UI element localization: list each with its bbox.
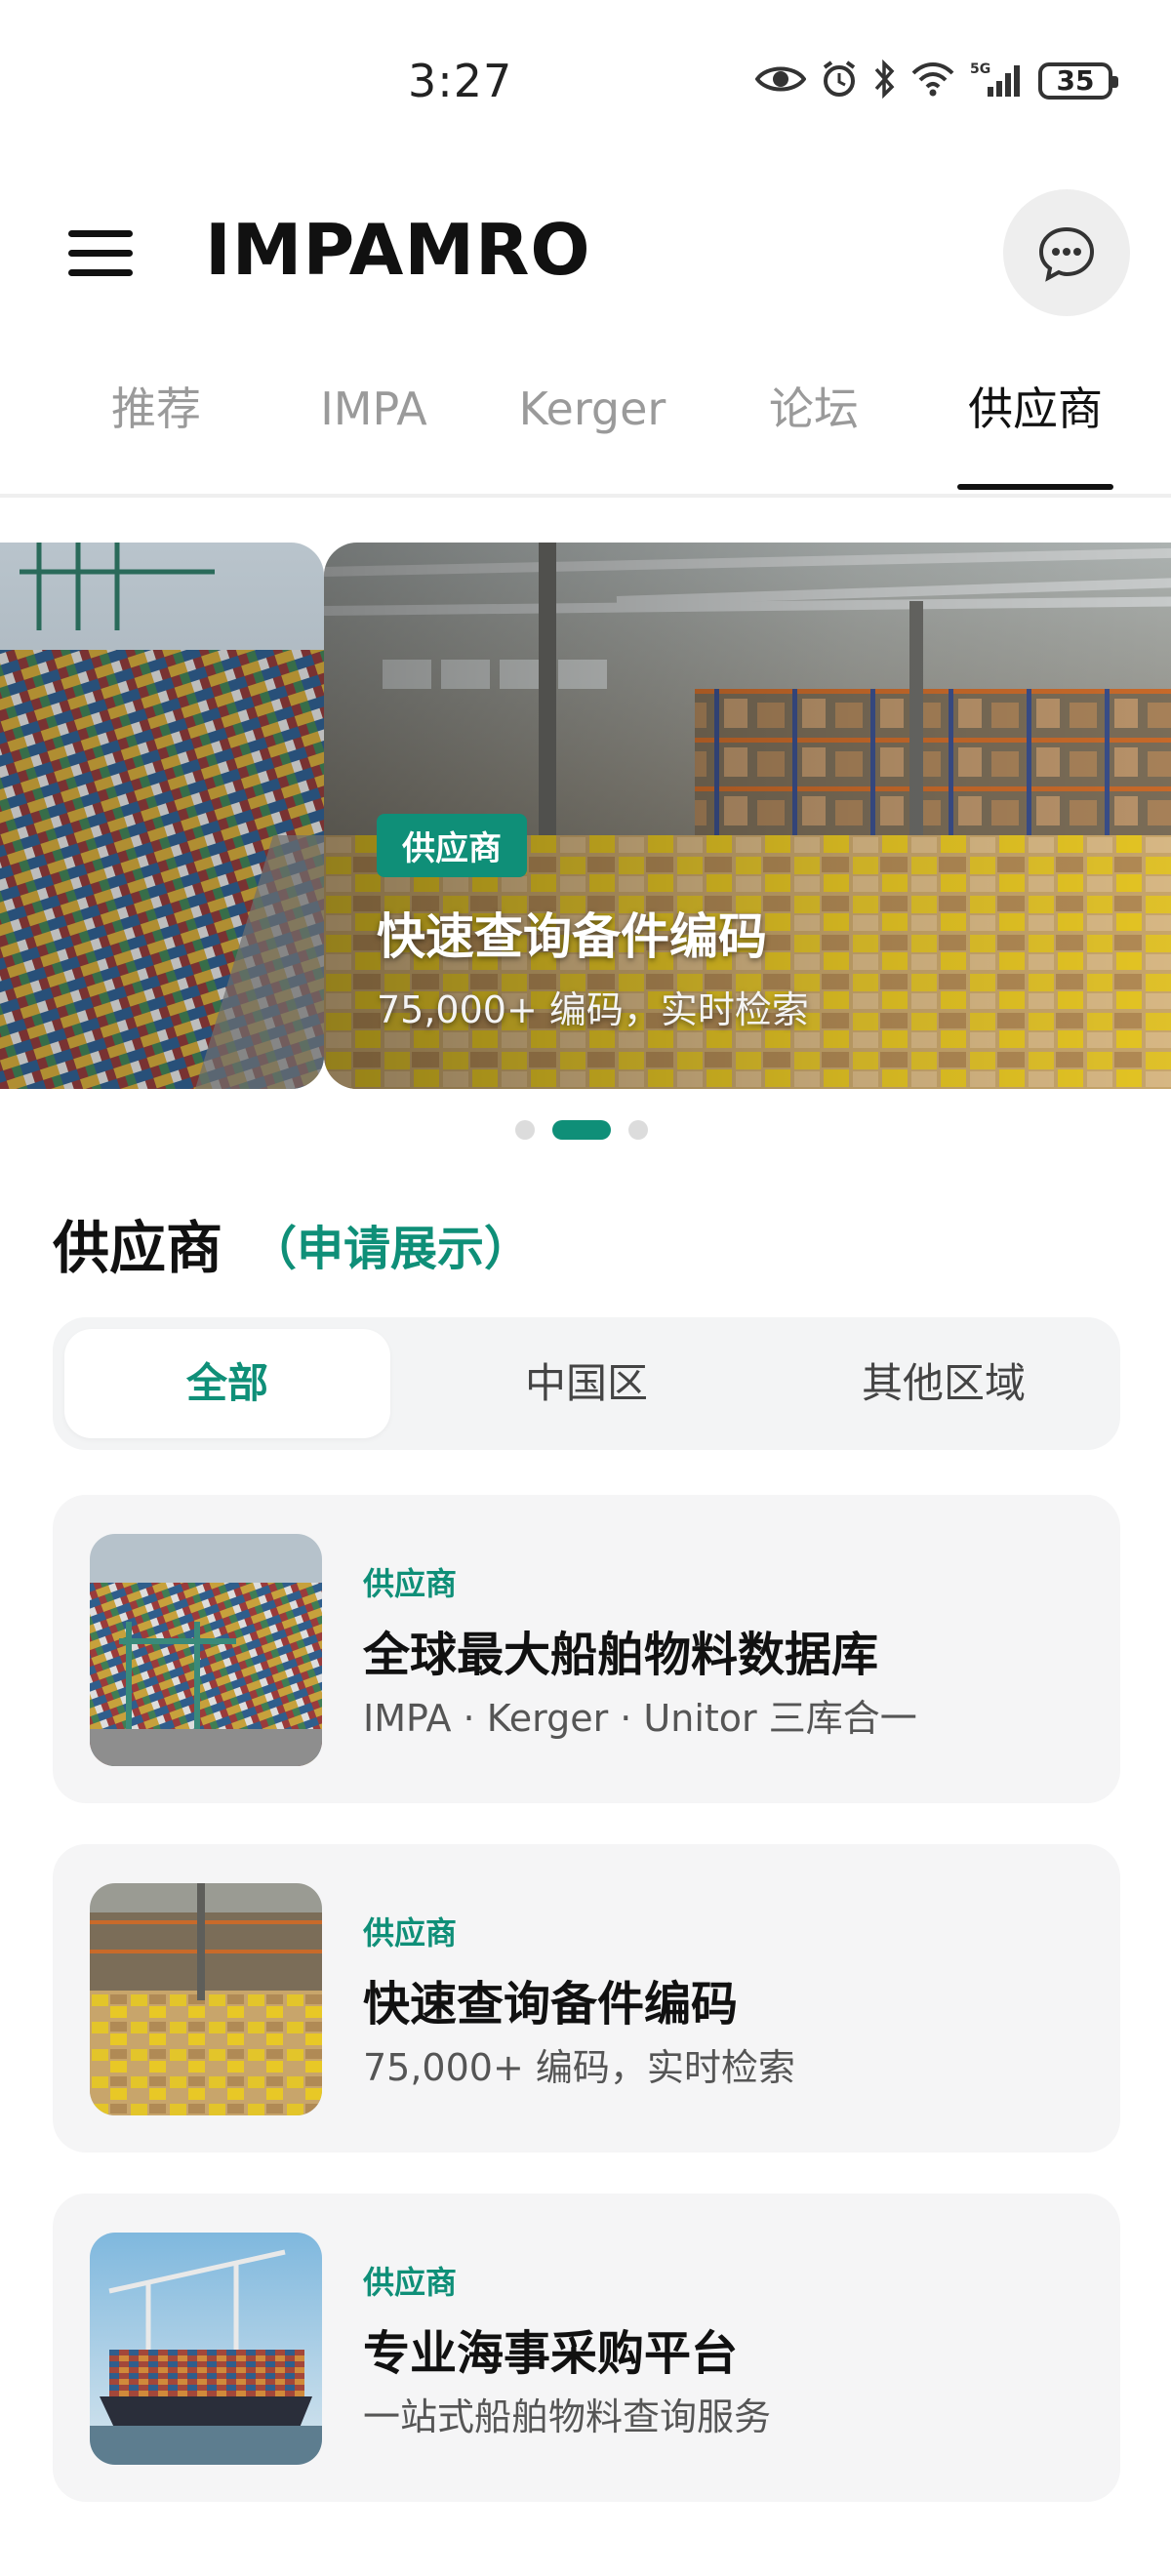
card-tag: 供应商 bbox=[363, 2264, 458, 2301]
slide-badge: 供应商 bbox=[377, 814, 527, 877]
signal-5g-icon: 5G bbox=[970, 60, 1025, 102]
port-image bbox=[0, 543, 324, 1089]
tab-suppliers[interactable]: 供应商 bbox=[957, 369, 1113, 490]
section-title: 供应商 bbox=[53, 1215, 223, 1281]
tab-recommend[interactable]: 推荐 bbox=[59, 369, 254, 490]
tab-suppliers-label: 供应商 bbox=[968, 382, 1103, 435]
alarm-icon bbox=[820, 60, 859, 102]
filter-china[interactable]: 中国区 bbox=[424, 1329, 749, 1438]
battery-icon: 35 bbox=[1038, 62, 1118, 100]
supplier-card[interactable]: 供应商 快速查询备件编码 75,000+ 编码，实时检索 bbox=[53, 1844, 1120, 2153]
app-title: IMPAMRO bbox=[205, 209, 591, 291]
app-bar: IMPAMRO bbox=[0, 166, 1171, 342]
tab-impa[interactable]: IMPA bbox=[276, 369, 471, 490]
wifi-icon bbox=[909, 60, 956, 102]
menu-button[interactable] bbox=[68, 230, 133, 281]
carousel-slide-current[interactable]: 供应商 快速查询备件编码 75,000+ 编码，实时检索 bbox=[324, 543, 1171, 1089]
carousel-dot-active[interactable] bbox=[552, 1120, 611, 1140]
tab-kerger[interactable]: Kerger bbox=[495, 369, 690, 490]
eye-icon bbox=[754, 61, 807, 101]
filter-other-regions[interactable]: 其他区域 bbox=[781, 1329, 1107, 1438]
status-time: 3:27 bbox=[408, 55, 513, 107]
supplier-card[interactable]: 供应商 专业海事采购平台 一站式船舶物料查询服务 bbox=[53, 2194, 1120, 2502]
filter-all[interactable]: 全部 bbox=[64, 1329, 390, 1438]
card-thumbnail bbox=[90, 2233, 322, 2465]
hamburger-icon bbox=[68, 230, 133, 237]
status-bar: 3:27 5G 35 bbox=[0, 0, 1171, 166]
card-tag: 供应商 bbox=[363, 1914, 458, 1952]
region-filter: 全部 中国区 其他区域 bbox=[53, 1317, 1120, 1450]
chat-bubble-icon bbox=[1038, 226, 1095, 282]
card-title: 快速查询备件编码 bbox=[363, 1977, 739, 2032]
card-thumbnail bbox=[90, 1883, 322, 2115]
banner-carousel[interactable]: 供应商 快速查询备件编码 75,000+ 编码，实时检索 bbox=[0, 543, 1171, 1089]
port-thumbnail-image bbox=[90, 1534, 322, 1766]
card-title: 专业海事采购平台 bbox=[363, 2326, 739, 2381]
ship-thumbnail-image bbox=[90, 2233, 322, 2465]
slide-subtitle: 75,000+ 编码，实时检索 bbox=[377, 988, 809, 1031]
top-tabs: 推荐 IMPA Kerger 论坛 供应商 bbox=[0, 369, 1171, 498]
carousel-dot[interactable] bbox=[628, 1120, 648, 1140]
supplier-card[interactable]: 供应商 全球最大船舶物料数据库 IMPA · Kerger · Unitor 三… bbox=[53, 1495, 1120, 1803]
tab-forum[interactable]: 论坛 bbox=[716, 369, 911, 490]
carousel-slide-prev[interactable] bbox=[0, 543, 324, 1089]
card-subtitle: 75,000+ 编码，实时检索 bbox=[363, 2046, 795, 2089]
card-subtitle: 一站式船舶物料查询服务 bbox=[363, 2395, 772, 2438]
carousel-dot[interactable] bbox=[515, 1120, 535, 1140]
tab-active-indicator bbox=[957, 484, 1113, 490]
card-subtitle: IMPA · Kerger · Unitor 三库合一 bbox=[363, 1697, 917, 1740]
svg-text:5G: 5G bbox=[970, 61, 990, 77]
carousel-indicator bbox=[515, 1120, 648, 1140]
card-title: 全球最大船舶物料数据库 bbox=[363, 1628, 879, 1682]
apply-showcase-link[interactable]: （申请展示） bbox=[250, 1210, 531, 1278]
warehouse-thumbnail-image bbox=[90, 1883, 322, 2115]
card-tag: 供应商 bbox=[363, 1565, 458, 1602]
bluetooth-icon bbox=[872, 59, 896, 102]
slide-title: 快速查询备件编码 bbox=[377, 908, 767, 965]
card-thumbnail bbox=[90, 1534, 322, 1766]
chat-button[interactable] bbox=[1003, 189, 1130, 316]
status-icons: 5G 35 bbox=[754, 57, 1118, 105]
